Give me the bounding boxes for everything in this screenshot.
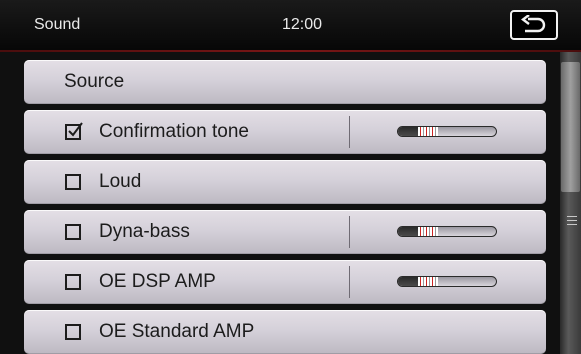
- row-loud[interactable]: Loud: [24, 160, 546, 204]
- oe-dsp-amp-slider[interactable]: [397, 276, 497, 287]
- row-oe-dsp-amp[interactable]: OE DSP AMP: [24, 260, 546, 304]
- slider-thumb[interactable]: [418, 227, 438, 236]
- scroll-grip-icon: [567, 216, 577, 225]
- slider-thumb[interactable]: [418, 277, 438, 286]
- page-title: Sound: [34, 16, 81, 33]
- back-button[interactable]: [510, 10, 558, 40]
- row-source[interactable]: Source: [24, 60, 546, 104]
- row-divider: [349, 116, 350, 148]
- row-oe-standard-amp[interactable]: OE Standard AMP: [24, 310, 546, 354]
- slider-thumb[interactable]: [418, 127, 438, 136]
- row-oe-standard-amp-label: OE Standard AMP: [99, 321, 255, 342]
- oe-dsp-amp-checkbox[interactable]: [65, 274, 81, 290]
- loud-checkbox[interactable]: [65, 174, 81, 190]
- header-bar: Sound 12:00: [0, 0, 581, 52]
- confirmation-tone-slider[interactable]: [397, 126, 497, 137]
- row-confirmation-tone-label: Confirmation tone: [99, 121, 249, 142]
- row-dyna-bass[interactable]: Dyna-bass: [24, 210, 546, 254]
- row-oe-dsp-amp-label: OE DSP AMP: [99, 271, 216, 292]
- row-source-label: Source: [64, 71, 125, 92]
- dyna-bass-checkbox[interactable]: [65, 224, 81, 240]
- row-divider: [349, 216, 350, 248]
- slider-fill: [398, 277, 418, 286]
- checkmark-icon: [68, 122, 83, 137]
- clock: 12:00: [282, 16, 323, 33]
- confirmation-tone-checkbox[interactable]: [65, 122, 83, 140]
- dyna-bass-slider[interactable]: [397, 226, 497, 237]
- row-divider: [349, 266, 350, 298]
- oe-standard-amp-checkbox[interactable]: [65, 324, 81, 340]
- row-loud-label: Loud: [99, 171, 142, 192]
- row-dyna-bass-label: Dyna-bass: [99, 221, 190, 242]
- return-arrow-icon: [521, 15, 546, 33]
- slider-fill: [398, 127, 418, 136]
- scrollbar[interactable]: [560, 52, 581, 354]
- scrollbar-thumb[interactable]: [561, 62, 580, 192]
- row-confirmation-tone[interactable]: Confirmation tone: [24, 110, 546, 154]
- slider-fill: [398, 227, 418, 236]
